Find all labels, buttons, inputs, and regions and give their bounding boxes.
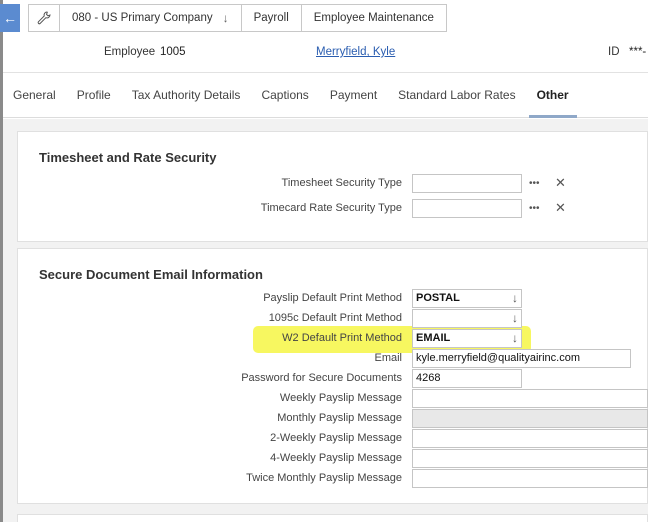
id-label: ID xyxy=(608,46,620,58)
tab-bar: General Profile Tax Authority Details Ca… xyxy=(3,72,648,118)
email-field[interactable]: kyle.merryfield@qualityairinc.com xyxy=(412,349,631,368)
clear-icon[interactable]: ✕ xyxy=(555,175,566,191)
tab-profile[interactable]: Profile xyxy=(77,72,111,118)
tab-other[interactable]: Other xyxy=(528,72,577,118)
email-label: Email xyxy=(374,352,402,364)
id-value: ***- xyxy=(629,46,647,58)
weekly-message-field[interactable] xyxy=(412,389,648,408)
employee-id: 1005 xyxy=(160,46,186,58)
next-section xyxy=(17,514,648,522)
payslip-print-method-select[interactable]: POSTAL ↓ xyxy=(412,289,522,308)
breadcrumb-module[interactable]: Payroll xyxy=(240,4,302,32)
breadcrumb-module-label: Payroll xyxy=(253,12,289,24)
chevron-down-icon[interactable]: ↓ xyxy=(512,331,518,345)
two-weekly-message-field[interactable] xyxy=(412,429,648,448)
w2-print-method-select[interactable]: EMAIL ↓ xyxy=(412,329,522,348)
breadcrumb-company-label: 080 - US Primary Company xyxy=(72,12,213,24)
breadcrumb-company[interactable]: 080 - US Primary Company ↓ xyxy=(59,4,242,32)
tab-general[interactable]: General xyxy=(13,72,56,118)
c1095-print-method-label: 1095c Default Print Method xyxy=(268,312,402,324)
password-label: Password for Secure Documents xyxy=(241,372,402,384)
two-weekly-message-label: 2-Weekly Payslip Message xyxy=(270,432,402,444)
chevron-down-icon[interactable]: ↓ xyxy=(512,291,518,305)
payslip-print-method-value: POSTAL xyxy=(416,292,460,304)
employee-label: Employee xyxy=(104,46,156,58)
more-options-icon[interactable]: ••• xyxy=(529,178,540,189)
weekly-message-label: Weekly Payslip Message xyxy=(279,392,402,404)
breadcrumb-page[interactable]: Employee Maintenance xyxy=(300,4,447,32)
timecard-rate-field[interactable] xyxy=(412,199,522,218)
timecard-rate-label: Timecard Rate Security Type xyxy=(260,202,402,214)
tab-captions[interactable]: Captions xyxy=(261,72,308,118)
tab-tax-authority-details[interactable]: Tax Authority Details xyxy=(132,72,241,118)
twice-monthly-message-label: Twice Monthly Payslip Message xyxy=(246,472,402,484)
chevron-down-icon[interactable]: ↓ xyxy=(512,311,518,325)
payslip-print-method-label: Payslip Default Print Method xyxy=(263,292,402,304)
password-field[interactable]: 4268 xyxy=(412,369,522,388)
timesheet-section-title: Timesheet and Rate Security xyxy=(39,150,217,165)
chevron-down-icon[interactable]: ↓ xyxy=(223,11,229,25)
more-options-icon[interactable]: ••• xyxy=(529,203,540,214)
email-section-title: Secure Document Email Information xyxy=(39,267,263,282)
wrench-icon[interactable] xyxy=(28,4,60,32)
timesheet-security-field[interactable] xyxy=(412,174,522,193)
clear-icon[interactable]: ✕ xyxy=(555,200,566,216)
twice-monthly-message-field[interactable] xyxy=(412,469,648,488)
back-arrow-icon[interactable]: ← xyxy=(0,4,20,32)
tab-payment[interactable]: Payment xyxy=(330,72,377,118)
monthly-message-label: Monthly Payslip Message xyxy=(277,412,402,424)
timesheet-security-label: Timesheet Security Type xyxy=(281,177,402,189)
w2-print-method-label: W2 Default Print Method xyxy=(282,332,402,344)
monthly-message-field xyxy=(412,409,648,428)
breadcrumb: 080 - US Primary Company ↓ Payroll Emplo… xyxy=(28,4,447,32)
employee-name-link[interactable]: Merryfield, Kyle xyxy=(316,46,395,58)
tab-standard-labor-rates[interactable]: Standard Labor Rates xyxy=(398,72,515,118)
four-weekly-message-label: 4-Weekly Payslip Message xyxy=(270,452,402,464)
breadcrumb-page-label: Employee Maintenance xyxy=(313,12,434,24)
w2-print-method-value: EMAIL xyxy=(416,332,451,344)
c1095-print-method-select[interactable]: ↓ xyxy=(412,309,522,328)
four-weekly-message-field[interactable] xyxy=(412,449,648,468)
